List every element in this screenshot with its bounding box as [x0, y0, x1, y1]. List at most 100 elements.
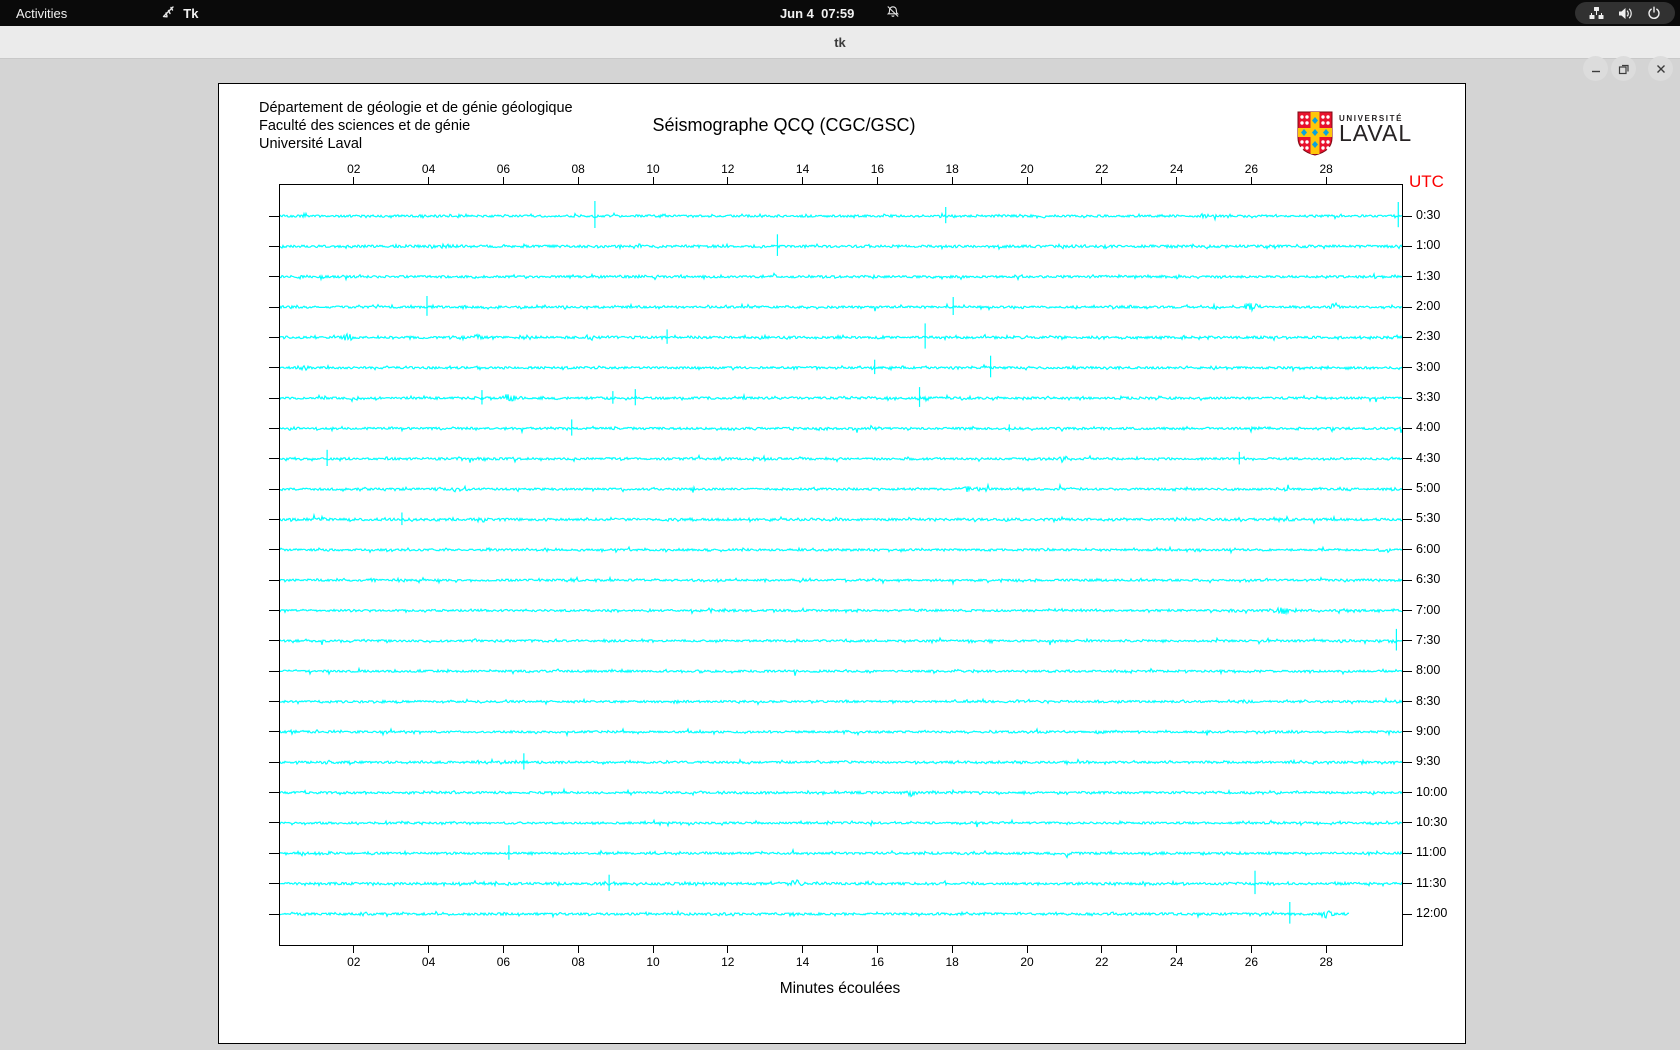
x-tick-bottom — [876, 946, 878, 953]
x-tick-label-bottom: 14 — [795, 955, 810, 969]
trace-tick-left — [269, 336, 279, 338]
activities-button[interactable]: Activities — [0, 0, 83, 26]
trace-tick-right — [1403, 579, 1412, 581]
utc-tick-label: 7:30 — [1416, 632, 1441, 647]
trace-tick-right — [1403, 336, 1412, 338]
trace-tick-left — [269, 488, 279, 490]
x-tick-label-bottom: 10 — [646, 955, 660, 969]
trace-tick-left — [269, 245, 279, 247]
x-tick-bottom — [428, 946, 430, 953]
laval-wordmark: UNIVERSITÉ LAVAL — [1339, 111, 1412, 161]
seismogram-trace — [280, 512, 1402, 525]
x-tick-bottom — [951, 946, 953, 953]
x-tick-label-top: 10 — [646, 162, 660, 176]
x-tick-top — [502, 177, 504, 184]
seismogram-trace — [280, 757, 1402, 766]
clock-label: Jun 4 07:59 — [779, 5, 855, 21]
x-tick-bottom — [727, 946, 729, 953]
seismogram-trace — [280, 818, 1402, 828]
x-tick-bottom — [502, 946, 504, 953]
seismogram-trace — [280, 392, 1402, 403]
utc-tick-label: 5:30 — [1416, 511, 1441, 526]
seismogram-trace — [280, 332, 1402, 342]
x-tick-label-bottom: 26 — [1244, 955, 1259, 969]
x-tick-top — [353, 177, 355, 184]
x-tick-label-bottom: 12 — [721, 955, 735, 969]
utc-tick-label: 2:00 — [1416, 299, 1441, 314]
x-tick-label-top: 06 — [496, 162, 511, 176]
volume-icon — [1618, 7, 1633, 20]
x-tick-label-bottom: 06 — [496, 955, 511, 969]
trace-tick-left — [269, 427, 279, 429]
x-tick-label-top: 18 — [945, 162, 959, 176]
utc-tick-label: 1:00 — [1416, 238, 1441, 253]
seismograph-panel: Département de géologie et de génie géol… — [218, 83, 1466, 1044]
page-title: Séismographe QCQ (CGC/GSC) — [652, 115, 916, 135]
utc-tick-label: 3:00 — [1416, 359, 1441, 374]
trace-tick-right — [1403, 215, 1412, 217]
utc-tick-label: 8:30 — [1416, 693, 1441, 708]
utc-tick-label: 5:00 — [1416, 481, 1441, 496]
x-tick-label-bottom: 08 — [571, 955, 585, 969]
window-titlebar[interactable]: tk — [0, 26, 1680, 81]
trace-tick-right — [1403, 427, 1412, 429]
trace-tick-right — [1403, 488, 1412, 490]
trace-tick-right — [1403, 731, 1412, 733]
trace-tick-right — [1403, 792, 1412, 794]
seismogram-trace — [280, 879, 1402, 888]
clock-menu[interactable]: Jun 4 07:59 — [780, 0, 900, 26]
utc-tick-label: 9:30 — [1416, 754, 1441, 769]
close-button[interactable] — [1648, 56, 1673, 81]
universite-laval-logo: UNIVERSITÉ LAVAL — [1297, 111, 1412, 161]
trace-tick-right — [1403, 761, 1412, 763]
focused-app-indicator[interactable]: Tk — [161, 4, 198, 22]
x-tick-top — [652, 177, 654, 184]
utc-tick-label: 4:00 — [1416, 420, 1441, 435]
trace-tick-left — [269, 549, 279, 551]
trace-tick-left — [269, 610, 279, 612]
x-tick-bottom — [1325, 946, 1327, 953]
trace-tick-right — [1403, 549, 1412, 551]
utc-tick-label: 11:30 — [1416, 875, 1447, 890]
system-status-area[interactable] — [1575, 2, 1675, 24]
header-line-2: Faculté des sciences et de génie — [259, 118, 471, 134]
x-tick-top — [1101, 177, 1103, 184]
trace-tick-left — [269, 761, 279, 763]
x-tick-label-top: 28 — [1319, 162, 1333, 176]
laval-shield-icon — [1297, 111, 1333, 161]
x-tick-bottom — [1026, 946, 1028, 953]
x-tick-label-top: 24 — [1169, 162, 1184, 176]
utc-tick-label: 0:30 — [1416, 208, 1441, 222]
trace-tick-right — [1403, 518, 1412, 520]
trace-tick-left — [269, 215, 279, 217]
trace-tick-right — [1403, 610, 1412, 612]
trace-tick-right — [1403, 883, 1412, 885]
x-tick-bottom — [1250, 946, 1252, 953]
trace-tick-left — [269, 397, 279, 399]
seismogram-trace — [280, 482, 1402, 493]
utc-tick-label: 10:00 — [1416, 784, 1448, 799]
seismogram-trace — [280, 301, 1402, 313]
trace-tick-left — [269, 822, 279, 824]
window-title: tk — [834, 35, 846, 50]
x-tick-label-top: 08 — [571, 162, 585, 176]
utc-tick-label: 1:30 — [1416, 268, 1441, 283]
seismogram-trace — [280, 242, 1402, 251]
x-axis-title: Minutes écoulées — [779, 980, 901, 997]
x-tick-top — [876, 177, 878, 184]
trace-tick-right — [1403, 245, 1412, 247]
trace-tick-left — [269, 306, 279, 308]
seismogram-trace — [280, 909, 1350, 919]
x-tick-label-bottom: 22 — [1095, 955, 1109, 969]
x-tick-label-top: 02 — [347, 162, 361, 176]
x-tick-top — [1176, 177, 1178, 184]
x-tick-top — [1250, 177, 1252, 184]
x-tick-bottom — [1176, 946, 1178, 953]
seismogram-trace — [280, 575, 1402, 586]
trace-tick-left — [269, 883, 279, 885]
minimize-button[interactable] — [1583, 56, 1608, 81]
seismogram-traces — [280, 201, 1402, 924]
x-tick-top — [1026, 177, 1028, 184]
restore-button[interactable] — [1611, 56, 1636, 81]
seismogram-trace — [280, 453, 1402, 464]
